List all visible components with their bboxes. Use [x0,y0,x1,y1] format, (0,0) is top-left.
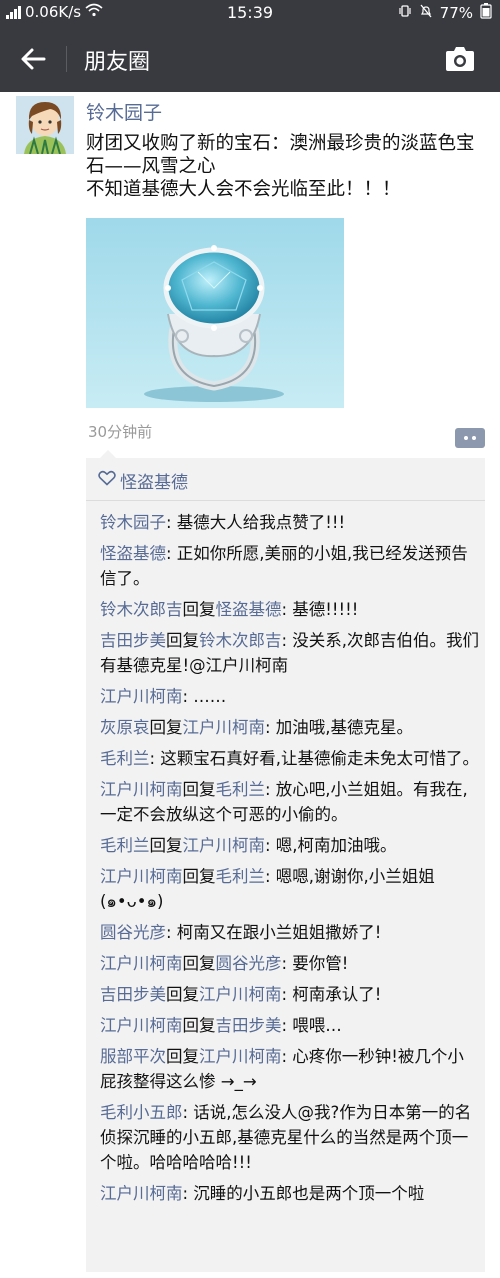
comment-text: : 柯南承认了! [281,985,382,1004]
page-title: 朋友圈 [84,50,151,75]
reply-word: 回复 [149,836,183,855]
nav-divider [66,46,67,72]
comment-author[interactable]: 铃木次郎吉 [100,600,183,619]
comment-author[interactable]: 吉田步美 [100,985,166,1004]
interaction-panel: 怪盗基德 铃木园子: 基德大人给我点赞了!!! 怪盗基德: 正如你所愿,美丽的小姐… [86,450,485,1272]
reply-target[interactable]: 圆谷光彦 [216,954,282,973]
battery-icon [480,3,492,23]
comment-author[interactable]: 毛利兰 [100,836,150,855]
heart-icon [98,470,116,491]
comment-list: 铃木园子: 基德大人给我点赞了!!! 怪盗基德: 正如你所愿,美丽的小姐,我已经发… [100,510,480,1212]
comment-item[interactable]: 毛利兰回复江户川柯南: 嗯,柯南加油哦。 [100,833,480,858]
reply-target[interactable]: 江户川柯南 [183,718,266,737]
nav-bar: 朋友圈 [0,26,500,92]
comment-author[interactable]: 江户川柯南 [100,780,183,799]
reply-target[interactable]: 铃木次郎吉 [199,631,282,650]
comment-text: : 喂喂… [281,1016,342,1035]
reply-target[interactable]: 江户川柯南 [199,985,282,1004]
comment-author[interactable]: 铃木园子 [100,513,166,532]
reply-target[interactable]: 怪盗基德 [216,600,282,619]
comment-text: : 要你管! [281,954,349,973]
reply-word: 回复 [182,600,216,619]
comment-text: : …… [182,687,227,706]
comment-item[interactable]: 毛利小五郎: 话说,怎么没人@我?作为日本第一的名侦探沉睡的小五郎,基德克星什么… [100,1100,480,1175]
back-arrow-icon[interactable] [18,44,48,74]
comment-author[interactable]: 吉田步美 [100,631,166,650]
likes-divider [86,500,485,501]
comment-author[interactable]: 江户川柯南 [100,1016,183,1035]
comment-text: : 这颗宝石真好看,让基德偷走未免太可惜了。 [149,749,480,768]
comment-text: : 嗯,柯南加油哦。 [265,836,397,855]
likes-row: 怪盗基德 [98,468,188,493]
reply-word: 回复 [149,718,183,737]
status-bar: 0.06K/s 15:39 77% [0,0,500,26]
post-text-line: 不知道基德大人会不会光临至此！！！ [86,179,401,200]
mute-icon [419,4,433,22]
comment-text: : 加油哦,基德克星。 [265,718,414,737]
comment-text: : 柯南又在跟小兰姐姐撒娇了! [166,923,382,942]
comment-author[interactable]: 江户川柯南 [100,954,183,973]
post-image[interactable] [86,218,344,408]
reply-word: 回复 [182,867,216,886]
comment-item[interactable]: 吉田步美回复铃木次郎吉: 没关系,次郎吉伯伯。我们有基德克星!@江户川柯南 [100,628,480,678]
post-text-line: 财团又收购了新的宝石：澳洲最珍贵的淡蓝色宝石——风雪之心 [86,133,475,177]
camera-icon[interactable] [444,46,476,72]
comment-item[interactable]: 江户川柯南: …… [100,684,480,709]
reply-target[interactable]: 毛利兰 [216,867,266,886]
comment-author[interactable]: 圆谷光彦 [100,923,166,942]
reply-word: 回复 [166,1047,199,1066]
moments-feed: 铃木园子 财团又收购了新的宝石：澳洲最珍贵的淡蓝色宝石——风雪之心 不知道基德大… [0,92,500,1278]
comment-item[interactable]: 江户川柯南回复吉田步美: 喂喂… [100,1013,480,1038]
comment-author[interactable]: 毛利兰 [100,749,150,768]
vibrate-icon [398,4,412,22]
reply-target[interactable]: 毛利兰 [216,780,266,799]
more-actions-button[interactable] [455,428,485,448]
comment-text: : 基德!!!!! [281,600,359,619]
comment-item[interactable]: 毛利兰: 这颗宝石真好看,让基德偷走未免太可惜了。 [100,746,480,771]
reply-word: 回复 [166,631,199,650]
comment-author[interactable]: 服部平次 [100,1047,166,1066]
reply-target[interactable]: 江户川柯南 [183,836,266,855]
comment-item[interactable]: 江户川柯南回复毛利兰: 嗯嗯,谢谢你,小兰姐姐(๑•ᴗ•๑) [100,864,480,914]
comment-author[interactable]: 毛利小五郎 [100,1103,183,1122]
avatar[interactable] [16,96,74,154]
comment-item[interactable]: 铃木次郎吉回复怪盗基德: 基德!!!!! [100,597,480,622]
comment-item[interactable]: 灰原哀回复江户川柯南: 加油哦,基德克星。 [100,715,480,740]
comment-author[interactable]: 江户川柯南 [100,1184,183,1203]
comment-item[interactable]: 铃木园子: 基德大人给我点赞了!!! [100,510,480,535]
battery-level: 77% [439,4,473,22]
post-author[interactable]: 铃木园子 [86,98,162,125]
comment-item[interactable]: 江户川柯南: 沉睡的小五郎也是两个顶一个啦 [100,1181,480,1206]
reply-target[interactable]: 江户川柯南 [199,1047,282,1066]
comment-text: : 沉睡的小五郎也是两个顶一个啦 [182,1184,425,1203]
comment-item[interactable]: 江户川柯南回复毛利兰: 放心吧,小兰姐姐。有我在,一定不会放纵这个可恶的小偷的。 [100,777,480,827]
reply-word: 回复 [182,780,216,799]
post-text: 财团又收购了新的宝石：澳洲最珍贵的淡蓝色宝石——风雪之心 不知道基德大人会不会光… [86,132,486,201]
comment-author[interactable]: 江户川柯南 [100,867,183,886]
post-time: 30分钟前 [88,423,153,441]
like-name[interactable]: 怪盗基德 [120,468,188,493]
comment-item[interactable]: 吉田步美回复江户川柯南: 柯南承认了! [100,982,480,1007]
reply-word: 回复 [182,954,216,973]
comment-text: : 基德大人给我点赞了!!! [166,513,346,532]
comment-item[interactable]: 圆谷光彦: 柯南又在跟小兰姐姐撒娇了! [100,920,480,945]
comment-item[interactable]: 怪盗基德: 正如你所愿,美丽的小姐,我已经发送预告信了。 [100,541,480,591]
comment-author[interactable]: 灰原哀 [100,718,150,737]
comment-author[interactable]: 江户川柯南 [100,687,183,706]
comment-item[interactable]: 江户川柯南回复圆谷光彦: 要你管! [100,951,480,976]
comment-item[interactable]: 服部平次回复江户川柯南: 心疼你一秒钟!被几个小屁孩整得这么惨 →_→ [100,1044,480,1094]
reply-word: 回复 [182,1016,216,1035]
reply-target[interactable]: 吉田步美 [216,1016,282,1035]
reply-word: 回复 [166,985,199,1004]
comment-author[interactable]: 怪盗基德 [100,544,166,563]
